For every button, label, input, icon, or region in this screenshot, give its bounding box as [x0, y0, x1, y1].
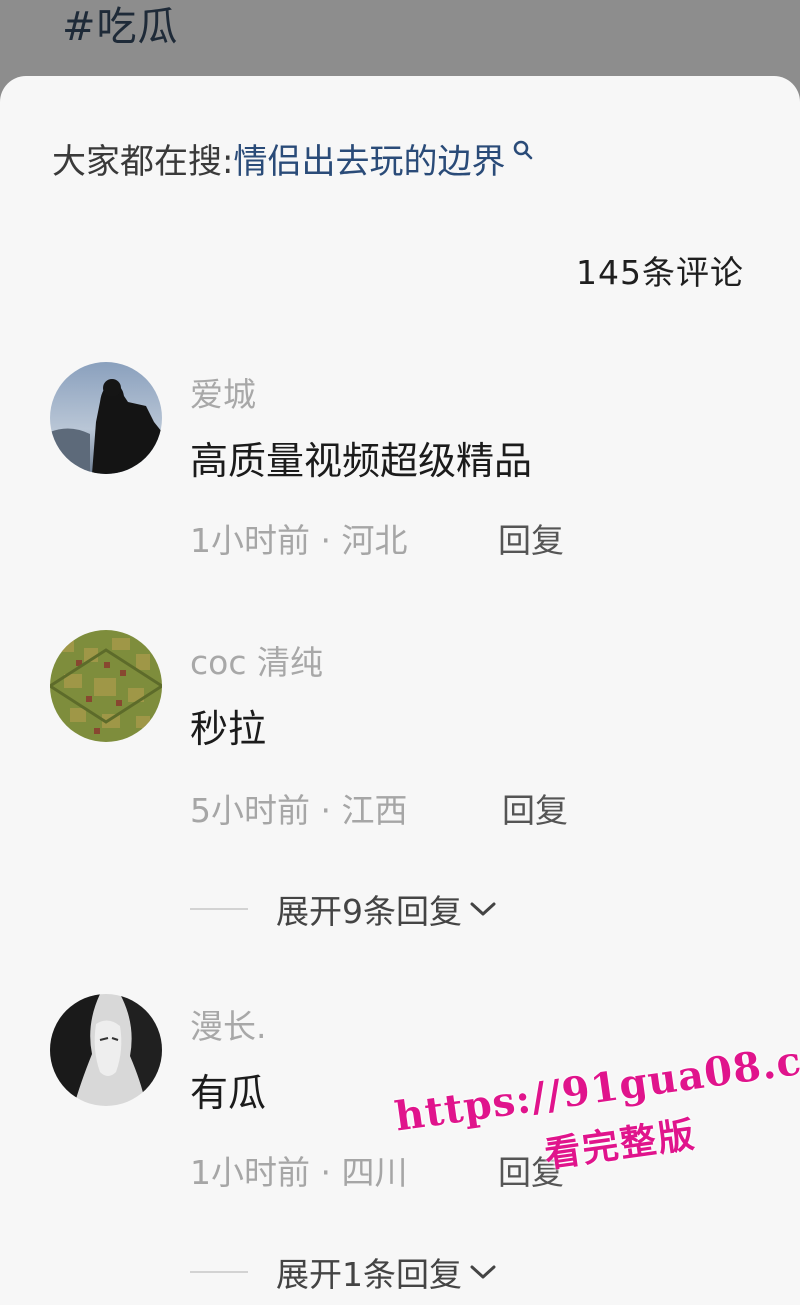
search-suggestion-term[interactable]: 情侣出去玩的边界	[233, 134, 505, 183]
reply-button[interactable]: 回复	[502, 784, 568, 832]
comment-text: 高质量视频超级精品	[190, 439, 533, 483]
comment-meta: 1小时前 · 河北	[190, 521, 408, 560]
expand-replies-label: 展开1条回复	[276, 1255, 462, 1294]
avatar[interactable]	[50, 630, 162, 742]
reply-button[interactable]: 回复	[498, 514, 564, 562]
comment-text: 有瓜	[190, 1071, 267, 1115]
anime-portrait-icon	[50, 994, 162, 1106]
comment-meta: 5小时前 · 江西	[190, 791, 408, 830]
chevron-down-icon	[470, 902, 496, 916]
divider-line	[190, 908, 248, 910]
expand-replies[interactable]: 展开9条回复	[190, 885, 498, 933]
comment-username[interactable]: 爱城	[190, 368, 256, 416]
search-suggestion[interactable]: 大家都在搜: 情侣出去玩的边界	[52, 134, 535, 183]
comment-text: 秒拉	[190, 707, 267, 751]
game-map-icon	[50, 630, 162, 742]
comment-meta: 1小时前 · 四川	[190, 1153, 408, 1192]
comment-count: 145条评论	[576, 253, 744, 292]
search-icon[interactable]	[511, 138, 535, 162]
expand-replies[interactable]: 展开1条回复	[190, 1248, 498, 1296]
expand-replies-label: 展开9条回复	[276, 892, 462, 931]
hashtag-title[interactable]: #吃瓜	[62, 0, 179, 52]
comment-username[interactable]: coc 清纯	[190, 636, 323, 684]
search-suggestion-label: 大家都在搜:	[52, 142, 234, 182]
divider-line	[190, 1271, 248, 1273]
chevron-down-icon	[470, 1265, 496, 1279]
comments-screen: #吃瓜 大家都在搜: 情侣出去玩的边界 145条评论 爱城 高质量视频超级精品 …	[0, 0, 800, 1305]
silhouette-figure-icon	[50, 362, 162, 474]
avatar[interactable]	[50, 994, 162, 1106]
avatar[interactable]	[50, 362, 162, 474]
comment-username[interactable]: 漫长.	[190, 1000, 267, 1048]
